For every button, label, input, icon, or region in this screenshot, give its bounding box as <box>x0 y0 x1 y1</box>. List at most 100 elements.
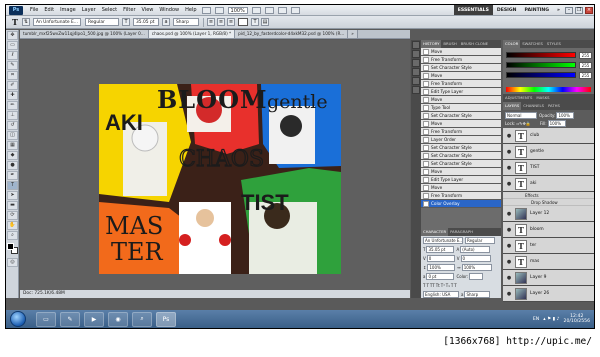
history-item[interactable]: Set Character Style <box>421 112 501 120</box>
color-ramp[interactable] <box>506 87 591 92</box>
strikethrough-icon[interactable]: T <box>454 283 456 288</box>
minimize-icon[interactable]: – <box>565 6 573 14</box>
history-item[interactable]: Move <box>421 48 501 56</box>
history-item[interactable]: Free Transform <box>421 80 501 88</box>
layer-row[interactable]: ● T mas <box>503 254 594 270</box>
paragraph-panel-icon[interactable] <box>412 86 420 94</box>
hand-tool-icon[interactable]: ✋ <box>7 221 18 230</box>
baseline-field[interactable]: 0 pt <box>426 273 455 280</box>
blur-tool-icon[interactable]: ◆ <box>7 151 18 160</box>
visibility-eye-icon[interactable]: ● <box>505 148 513 156</box>
visibility-eye-icon[interactable]: ● <box>505 242 513 250</box>
tab-swatches[interactable]: SWATCHES <box>520 40 545 48</box>
underline-icon[interactable]: T <box>451 283 453 288</box>
font-size-select[interactable]: 35.05 pt <box>133 18 159 26</box>
3d-rotate-icon[interactable]: ⟳ <box>7 211 18 220</box>
warp-text-icon[interactable]: T <box>251 18 259 26</box>
antialias-select[interactable]: Sharp <box>173 18 199 26</box>
tab-paragraph[interactable]: PARAGRAPH <box>448 228 475 236</box>
gradient-tool-icon[interactable]: ▦ <box>7 141 18 150</box>
menu-layer[interactable]: Layer <box>79 7 99 13</box>
visibility-eye-icon[interactable]: ● <box>505 258 513 266</box>
history-item[interactable]: Free Transform <box>421 128 501 136</box>
subscript-icon[interactable]: T₁ <box>446 283 450 288</box>
history-item[interactable]: Move <box>421 168 501 176</box>
blend-mode-select[interactable]: Normal <box>505 111 537 119</box>
tab-character[interactable]: CHARACTER <box>421 228 449 236</box>
photoshop-app-icon[interactable]: Ps <box>156 311 176 327</box>
tab-styles[interactable]: STYLES <box>545 40 563 48</box>
small-caps-icon[interactable]: Tt <box>436 283 440 288</box>
fill-field[interactable]: 100% <box>547 119 566 127</box>
history-item[interactable]: Set Character Style <box>421 160 501 168</box>
visibility-eye-icon[interactable]: ● <box>505 132 513 140</box>
lasso-tool-icon[interactable]: ℓ <box>7 51 18 60</box>
tab-layers[interactable]: LAYERS <box>503 102 522 110</box>
actions-panel-icon[interactable] <box>412 50 420 58</box>
marquee-tool-icon[interactable]: ▭ <box>7 41 18 50</box>
foreground-color-swatch[interactable] <box>7 243 14 250</box>
history-brush-icon[interactable]: ↺ <box>7 121 18 130</box>
menu-filter[interactable]: Filter <box>120 7 138 13</box>
horizontal-scale-field[interactable]: 100% <box>461 264 492 271</box>
font-style-field[interactable]: Regular <box>465 237 495 244</box>
workspace-design[interactable]: DESIGN <box>493 5 521 15</box>
start-button-icon[interactable] <box>10 311 26 327</box>
layer-effects-row[interactable]: Effects <box>503 192 594 199</box>
font-family-field[interactable]: An Unfortunate E... <box>423 237 463 244</box>
brush-tool-icon[interactable]: ✏ <box>7 101 18 110</box>
visibility-eye-icon[interactable]: ● <box>505 210 513 218</box>
visibility-eye-icon[interactable]: ● <box>505 290 513 298</box>
layer-row[interactable]: ● . Layer 9 <box>503 270 594 286</box>
kerning-field[interactable]: 0 <box>426 255 455 262</box>
tray-icons[interactable]: ▴ ⚑ ▮ ♪ <box>543 317 559 322</box>
opacity-field[interactable]: 100% <box>556 111 575 119</box>
menu-help[interactable]: Help <box>182 7 199 13</box>
mini-bridge-icon[interactable] <box>214 6 224 14</box>
history-item[interactable]: Edit Type Layer <box>421 176 501 184</box>
explorer-app-icon[interactable]: ▭ <box>36 311 56 327</box>
green-slider[interactable] <box>506 62 576 68</box>
vertical-scale-field[interactable]: 100% <box>427 264 456 271</box>
visibility-eye-icon[interactable]: ● <box>505 180 513 188</box>
green-value[interactable]: 255 <box>579 62 592 69</box>
eraser-tool-icon[interactable]: ◫ <box>7 131 18 140</box>
bridge-icon[interactable] <box>201 6 211 14</box>
history-item[interactable]: Layer Order <box>421 136 501 144</box>
artwork-canvas[interactable]: BLOOM gentle AKI CHAOS MAS TER TIST <box>99 84 341 274</box>
font-style-select[interactable]: Regular <box>85 18 119 26</box>
clock[interactable]: 12:42 20/10/2556 <box>564 314 590 325</box>
quick-select-tool-icon[interactable]: ✎ <box>7 61 18 70</box>
layer-row[interactable]: ● T TIST <box>503 160 594 176</box>
text-color-swatch[interactable] <box>238 18 248 26</box>
history-item[interactable]: Set Character Style <box>421 64 501 72</box>
character-panel-icon[interactable] <box>412 77 420 85</box>
move-tool-icon[interactable]: ✥ <box>7 31 18 40</box>
blue-value[interactable]: 255 <box>579 72 592 79</box>
history-item[interactable]: Edit Type Layer <box>421 88 501 96</box>
layer-row[interactable]: ● T bloom <box>503 222 594 238</box>
superscript-icon[interactable]: T¹ <box>441 283 445 288</box>
canvas-area[interactable]: BLOOM gentle AKI CHAOS MAS TER TIST <box>20 40 410 290</box>
restore-icon[interactable]: ❐ <box>575 6 583 14</box>
tab-chaos-psd[interactable]: chaos.psd @ 100% (Layer 1, RGB/8) * <box>148 30 236 38</box>
text-orientation-icon[interactable]: ⇅ <box>22 18 30 26</box>
layer-effect-drop-shadow[interactable]: Drop Shadow <box>503 199 594 206</box>
clone-stamp-icon[interactable]: ⊥ <box>7 111 18 120</box>
arrange-documents-icon[interactable] <box>277 6 287 14</box>
red-value[interactable]: 255 <box>579 52 592 59</box>
quick-mask-icon[interactable]: ◎ <box>7 258 18 267</box>
align-left-icon[interactable]: ≡ <box>207 18 215 26</box>
menu-image[interactable]: Image <box>57 7 79 13</box>
healing-brush-icon[interactable]: ✚ <box>7 91 18 100</box>
crop-tool-icon[interactable]: ⌗ <box>7 71 18 80</box>
history-item[interactable]: Free Transform <box>421 192 501 200</box>
font-size-field[interactable]: 35.05 pt <box>426 246 455 253</box>
history-item[interactable]: Move <box>421 184 501 192</box>
zoom-tool-icon[interactable] <box>264 6 274 14</box>
hand-tool-icon[interactable] <box>251 6 261 14</box>
history-item[interactable]: Free Transform <box>421 56 501 64</box>
workspace-painting[interactable]: PAINTING <box>521 5 554 15</box>
history-panel-icon[interactable] <box>412 41 420 49</box>
brush-panel-icon[interactable] <box>412 59 420 67</box>
